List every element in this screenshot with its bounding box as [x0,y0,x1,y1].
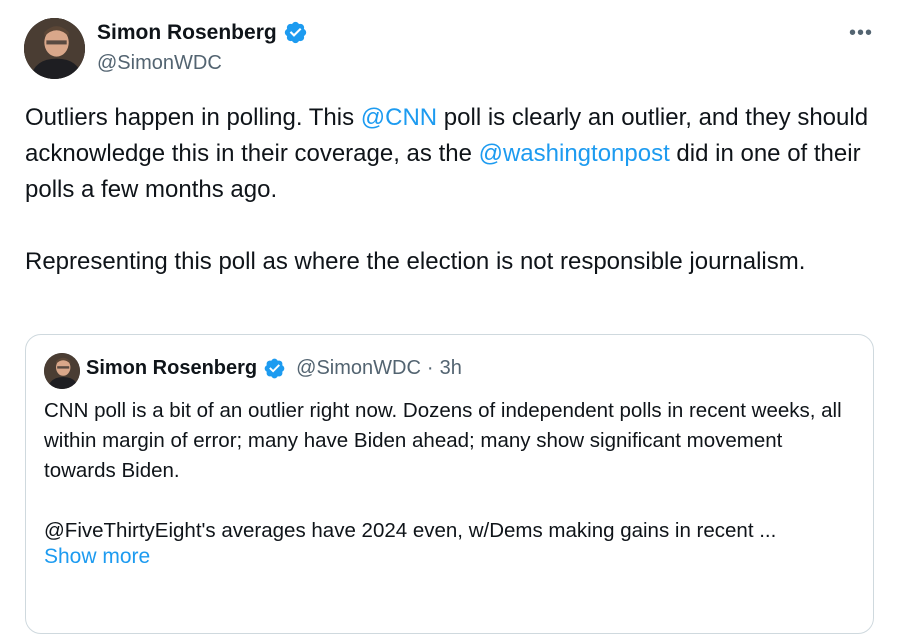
show-more-link[interactable]: Show more [44,545,150,569]
quoted-author-name[interactable]: Simon Rosenberg [86,357,257,380]
quoted-author-handle: @SimonWDC [296,357,421,379]
more-dots-icon: ••• [848,21,873,44]
separator-dot: · [426,357,434,379]
author-handle[interactable]: @SimonWDC [97,52,222,75]
author-avatar[interactable] [24,18,85,79]
tweet-text: Outliers happen in polling. This @CNN po… [25,100,875,280]
quoted-tweet-text: CNN poll is a bit of an outlier right no… [44,396,859,546]
tweet-paragraph-2: Representing this poll as where the elec… [25,248,806,275]
tweet: Simon Rosenberg @SimonWDC ••• Outliers h… [0,0,897,634]
avatar-image [44,353,80,389]
tweet-paragraph-1: Outliers happen in polling. This @CNN po… [25,100,875,208]
tweet-text-segment: Outliers happen in polling. This [25,104,361,131]
quoted-tweet-header: Simon Rosenberg @SimonWDC · 3h [86,357,462,380]
author-name[interactable]: Simon Rosenberg [97,21,277,45]
quoted-tweet-time[interactable]: 3h [440,357,462,380]
verified-badge-icon[interactable] [283,20,308,45]
mention-cnn-link[interactable]: @CNN [361,104,437,131]
quoted-author-avatar[interactable] [44,353,80,389]
more-options-button[interactable]: ••• [844,16,878,50]
author-name-row[interactable]: Simon Rosenberg [97,20,308,45]
quoted-paragraph-2: @FiveThirtyEight's averages have 2024 ev… [44,519,777,542]
mention-washingtonpost-link[interactable]: @washingtonpost [479,140,670,167]
avatar-image [24,18,85,79]
quoted-paragraph-1: CNN poll is a bit of an outlier right no… [44,399,842,482]
verified-badge-icon [263,357,286,380]
